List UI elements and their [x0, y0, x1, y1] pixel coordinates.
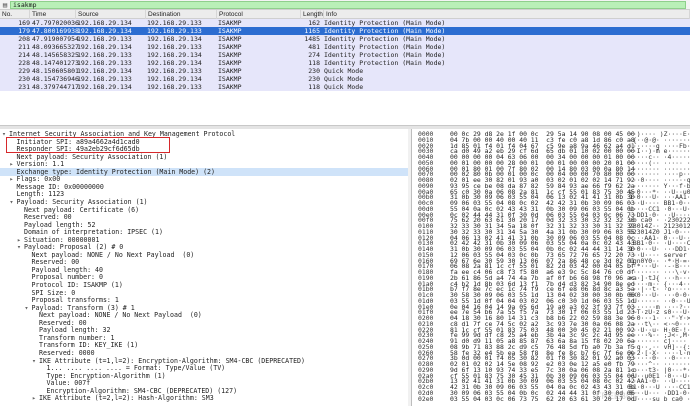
- packet-time: 47.919007954: [32, 35, 79, 43]
- packet-time: 48.145658325: [32, 51, 79, 59]
- packet-number: 208: [18, 35, 30, 43]
- packet-list: No. Time Source Destination Protocol Len…: [0, 10, 690, 126]
- packet-info: Quick Mode: [324, 83, 364, 91]
- packet-source: 192.168.29.134: [77, 67, 132, 75]
- packet-info: Identity Protection (Main Mode): [324, 19, 446, 27]
- packet-number: 179: [18, 27, 30, 35]
- packet-row[interactable]: 214 48.145658325 192.168.29.133 192.168.29.…: [0, 51, 690, 59]
- packet-row[interactable]: 211 48.093665327 192.168.29.134 192.168.29.…: [0, 43, 690, 51]
- packet-protocol: ISAKMP: [218, 51, 242, 59]
- packet-row[interactable]: 179 47.800169938 192.168.29.134 192.168.29.…: [0, 27, 690, 35]
- packet-length: 230: [308, 75, 320, 83]
- display-filter-input[interactable]: isakmp: [10, 1, 686, 9]
- packet-info: Identity Protection (Main Mode): [324, 59, 446, 67]
- detail-tree-label: IKE Attribute (t=2,l=2): Hash-Algorithm:…: [39, 394, 214, 403]
- packet-length: 230: [308, 67, 320, 75]
- packet-number: 169: [18, 19, 30, 27]
- packet-number: 214: [18, 51, 30, 59]
- packet-protocol: ISAKMP: [218, 35, 242, 43]
- packet-number: 211: [18, 43, 30, 51]
- packet-list-header: No. Time Source Destination Protocol Len…: [0, 10, 690, 19]
- packet-destination: 192.168.29.134: [147, 75, 202, 83]
- column-header-no[interactable]: No.: [0, 10, 30, 19]
- packet-length: 274: [308, 51, 320, 59]
- packet-time: 48.154736946: [32, 75, 79, 83]
- packet-destination: 192.168.29.133: [147, 67, 202, 75]
- packet-protocol: ISAKMP: [218, 43, 242, 51]
- watermark: FREEBUF: [596, 391, 639, 401]
- packet-length: 118: [308, 59, 320, 67]
- column-header-time[interactable]: Time: [30, 10, 76, 19]
- packet-length: 1485: [304, 35, 320, 43]
- packet-protocol: ISAKMP: [218, 27, 242, 35]
- packet-source: 192.168.29.133: [77, 51, 132, 59]
- packet-info: Quick Mode: [324, 67, 364, 75]
- details-scrollbar[interactable]: [408, 129, 411, 406]
- packet-destination: 192.168.29.134: [147, 51, 202, 59]
- packet-source: 192.168.29.133: [77, 59, 132, 67]
- spi-highlight-box: [6, 137, 170, 153]
- column-header-destination[interactable]: Destination: [146, 10, 217, 19]
- packet-info: Identity Protection (Main Mode): [324, 35, 446, 43]
- packet-source: 192.168.29.133: [77, 75, 132, 83]
- packet-info: Identity Protection (Main Mode): [324, 43, 446, 51]
- column-header-source[interactable]: Source: [76, 10, 146, 19]
- packet-row[interactable]: 229 48.150605801 192.168.29.134 192.168.29.…: [0, 67, 690, 75]
- packet-destination: 192.168.29.134: [147, 35, 202, 43]
- packet-protocol: ISAKMP: [218, 75, 242, 83]
- packet-source: 192.168.29.134: [77, 27, 132, 35]
- packet-destination: 192.168.29.133: [147, 43, 202, 51]
- packet-row[interactable]: 230 48.154736946 192.168.29.133 192.168.29.…: [0, 75, 690, 83]
- column-header-info[interactable]: Info: [324, 10, 690, 19]
- packet-number: 230: [18, 75, 30, 83]
- packet-source: 192.168.29.134: [77, 43, 132, 51]
- packet-source: 192.168.29.134: [77, 19, 132, 27]
- packet-row[interactable]: 228 48.147401273 192.168.29.133 192.168.29.…: [0, 59, 690, 67]
- packet-details-pane: ▾ Internet Security Association and Key M…: [0, 129, 412, 406]
- packet-info: Identity Protection (Main Mode): [324, 27, 446, 35]
- packet-bytes-pane: 0000 00 0c 29 d8 2e 1f 00 0c 29 5a 14 90 …: [416, 129, 690, 406]
- packet-length: 1165: [304, 27, 320, 35]
- packet-number: 229: [18, 67, 30, 75]
- packet-number: 228: [18, 59, 30, 67]
- packet-length: 481: [308, 43, 320, 51]
- packet-time: 48.150605801: [32, 67, 79, 75]
- detail-tree-item[interactable]: ▸ IKE Attribute (t=2,l=2): Hash-Algorithm…: [0, 394, 411, 403]
- packet-destination: 192.168.29.134: [147, 59, 202, 67]
- packet-source: 192.168.29.134: [77, 83, 132, 91]
- column-header-length[interactable]: Length: [300, 10, 324, 19]
- packet-destination: 192.168.29.133: [147, 27, 202, 35]
- packet-length: 118: [308, 83, 320, 91]
- packet-info: Quick Mode: [324, 75, 364, 83]
- packet-protocol: ISAKMP: [218, 67, 242, 75]
- packet-row[interactable]: 169 47.797020036 192.168.29.134 192.168.29.…: [0, 19, 690, 27]
- packet-source: 192.168.29.133: [77, 35, 132, 43]
- hex-offset: 02e0: [418, 394, 434, 403]
- packet-time: 48.147401273: [32, 59, 79, 67]
- filter-bookmark-icon[interactable]: ▤: [1, 1, 9, 9]
- packet-destination: 192.168.29.133: [147, 19, 202, 27]
- packet-destination: 192.168.29.133: [147, 83, 202, 91]
- packet-time: 48.093665327: [32, 43, 79, 51]
- packet-row[interactable]: 231 48.379744717 192.168.29.134 192.168.29.…: [0, 83, 690, 91]
- packet-time: 47.797020036: [32, 19, 79, 27]
- collapsed-triangle-icon[interactable]: ▸: [32, 394, 39, 402]
- packet-protocol: ISAKMP: [218, 83, 242, 91]
- display-filter-bar: ▤ isakmp: [0, 0, 690, 10]
- packet-row[interactable]: 208 47.919007954 192.168.29.133 192.168.29.…: [0, 35, 690, 43]
- packet-info: Identity Protection (Main Mode): [324, 51, 446, 59]
- packet-time: 48.379744717: [32, 83, 79, 91]
- packet-number: 231: [18, 83, 30, 91]
- packet-length: 162: [308, 19, 320, 27]
- packet-protocol: ISAKMP: [218, 59, 242, 67]
- packet-time: 47.800169938: [32, 27, 79, 35]
- packet-protocol: ISAKMP: [218, 19, 242, 27]
